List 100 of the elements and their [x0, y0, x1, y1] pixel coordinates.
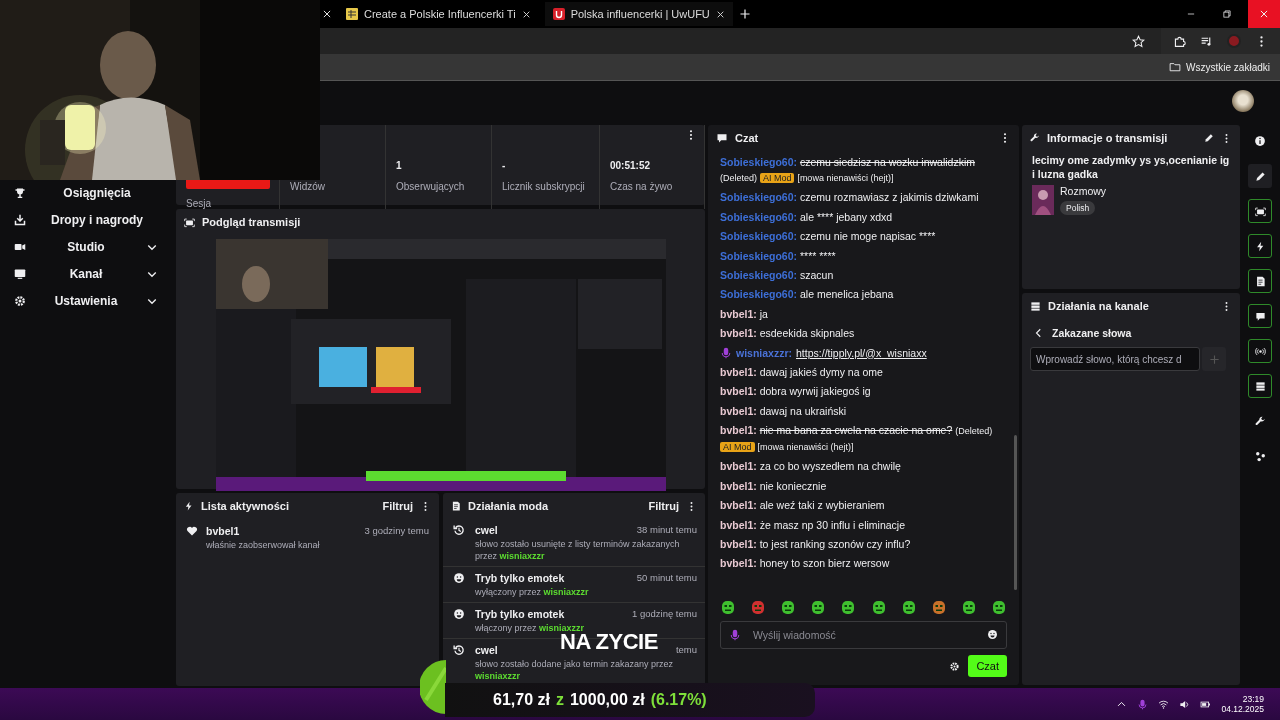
username[interactable]: bvbel1: — [720, 460, 757, 473]
username[interactable]: Sobieskiego60: — [720, 268, 798, 281]
username[interactable]: bvbel1: — [720, 307, 757, 320]
chat-input[interactable]: Wyślij wiadomość — [720, 621, 1007, 649]
username[interactable]: wisniaxzzr: — [736, 345, 793, 361]
back-link[interactable]: Zakazane słowa — [1022, 319, 1144, 347]
panel-toggle-button[interactable] — [1248, 234, 1272, 258]
clock-time: 23:19 — [1242, 694, 1264, 704]
chat-link[interactable]: https://tipply.pl/@x_wisniaxx — [796, 345, 927, 361]
message-text: nie koniecznie — [759, 479, 827, 492]
sidebar-item[interactable]: Osiągnięcia — [0, 183, 172, 203]
deleted-label: (Deleted) — [955, 426, 993, 437]
chat-send-button[interactable]: Czat — [968, 655, 1007, 677]
new-tab-button[interactable] — [738, 8, 751, 20]
settings-icon — [949, 660, 961, 672]
username[interactable]: bvbel1: — [720, 557, 757, 570]
user-link[interactable]: wisniaxzzr — [543, 587, 589, 597]
filter-button[interactable]: Filtruj — [382, 500, 413, 512]
emote-icon[interactable] — [720, 599, 736, 615]
emote-icon[interactable] — [960, 599, 977, 615]
emote-icon[interactable] — [900, 599, 917, 615]
emote-icon[interactable] — [930, 599, 947, 615]
bookmarks-folder[interactable]: Wszystkie zakładki — [1169, 61, 1270, 73]
ai-mod-badge: AI Mod — [759, 173, 795, 183]
username[interactable]: bvbel1: — [720, 479, 757, 492]
bookmark-star-icon — [1132, 34, 1145, 48]
document-icon — [1254, 275, 1266, 287]
panel-toggle-button[interactable] — [1248, 269, 1272, 293]
edit-button[interactable] — [1204, 133, 1214, 143]
sidebar-item[interactable]: Studio — [0, 237, 172, 257]
sidebar-item[interactable]: Dropy i nagrody — [0, 210, 172, 230]
username[interactable]: bvbel1: — [720, 327, 757, 340]
puzzle-icon — [1173, 34, 1186, 48]
emote-icon[interactable] — [840, 599, 857, 615]
tab-close-button[interactable] — [322, 9, 332, 19]
browser-tab[interactable]: Polska influencerki | UwUFU — [544, 2, 733, 26]
sidebar-item[interactable]: Ustawienia — [0, 291, 172, 311]
panel-title: Lista aktywności — [201, 500, 291, 512]
wrench-icon — [1030, 133, 1040, 143]
emote-icon[interactable] — [810, 599, 827, 615]
message-text: dawaj na ukraiński — [759, 404, 847, 417]
username[interactable]: Sobieskiego60: — [720, 249, 798, 262]
panel-title: Czat — [735, 132, 760, 144]
username[interactable]: Sobieskiego60: — [720, 288, 798, 301]
action-text: słowo zostało dodane jako termin zakazany przez wisniaxzzr — [475, 658, 675, 682]
banned-word-field[interactable]: Wprowadź słowo, którą chcesz d — [1030, 347, 1200, 371]
settings-icon — [14, 295, 26, 307]
user-link[interactable]: wisniaxzzr — [539, 623, 585, 633]
removal-reason: [mowa nienawiści (hejt)] — [797, 173, 894, 183]
panel-toggle-button[interactable] — [1248, 339, 1272, 363]
browser-tab[interactable]: Create a Polskie Influencerki Ti — [338, 2, 539, 26]
u-logo-icon — [552, 8, 565, 20]
panel-toggle-button[interactable] — [1248, 374, 1272, 398]
stat-label: Czas na żywo — [610, 181, 674, 192]
emote-icon[interactable] — [991, 599, 1007, 615]
username[interactable]: bvbel1: — [720, 499, 757, 512]
playlist-icon — [1200, 34, 1213, 48]
user-avatar[interactable] — [1232, 90, 1254, 112]
goal-percent: (6.17%) — [650, 691, 707, 709]
emote-icon[interactable] — [870, 599, 887, 615]
camera-icon — [184, 216, 195, 228]
timestamp: 38 minut temu — [636, 524, 697, 536]
extensions-button[interactable] — [1173, 34, 1186, 48]
back-icon — [1034, 328, 1044, 338]
username[interactable]: bvbel1: — [720, 385, 757, 398]
emote-icon[interactable] — [750, 599, 767, 615]
username[interactable]: Sobieskiego60: — [720, 156, 798, 168]
sidebar-item[interactable]: Kanał — [0, 264, 172, 284]
filter-button[interactable]: Filtruj — [648, 500, 679, 512]
panel-toggle-button[interactable] — [1248, 304, 1272, 328]
user-link[interactable]: wisniaxzzr — [499, 551, 545, 561]
smiley-icon — [453, 572, 465, 584]
panel-toggle-button[interactable] — [1248, 199, 1272, 223]
edit-button[interactable] — [1248, 164, 1272, 188]
username[interactable]: bvbel1: — [720, 365, 757, 378]
nodes-icon — [1254, 450, 1266, 462]
user-link[interactable]: wisniaxzzr — [475, 671, 521, 681]
microphone-icon — [1137, 698, 1149, 710]
smiley-icon — [453, 608, 465, 620]
username[interactable]: bvbel1: — [720, 538, 757, 551]
close-icon — [715, 9, 725, 19]
stat-label: Sesja — [186, 198, 212, 209]
emote-icon[interactable] — [780, 599, 797, 615]
message-text: czemu nie moge napisac **** — [799, 230, 936, 243]
lightning-icon — [184, 501, 194, 511]
username[interactable]: bvbel1: — [720, 424, 757, 437]
chat-settings-button[interactable] — [949, 660, 961, 672]
stat-label: Licznik subskrypcji — [502, 181, 586, 192]
stat-value: 00:51:52 — [610, 160, 652, 172]
username[interactable]: Sobieskiego60: — [720, 210, 798, 223]
timestamp: 3 godziny temu — [364, 525, 429, 537]
username[interactable]: bvbel1: — [720, 404, 757, 417]
history-icon — [453, 644, 465, 656]
media-button[interactable] — [1200, 34, 1213, 48]
timestamp: 50 minut temu — [636, 572, 697, 584]
pencil-icon — [1204, 133, 1214, 143]
username[interactable]: Sobieskiego60: — [720, 230, 798, 243]
username[interactable]: bvbel1: — [720, 518, 757, 531]
message-text: szacun — [799, 268, 834, 281]
username[interactable]: Sobieskiego60: — [720, 191, 798, 204]
